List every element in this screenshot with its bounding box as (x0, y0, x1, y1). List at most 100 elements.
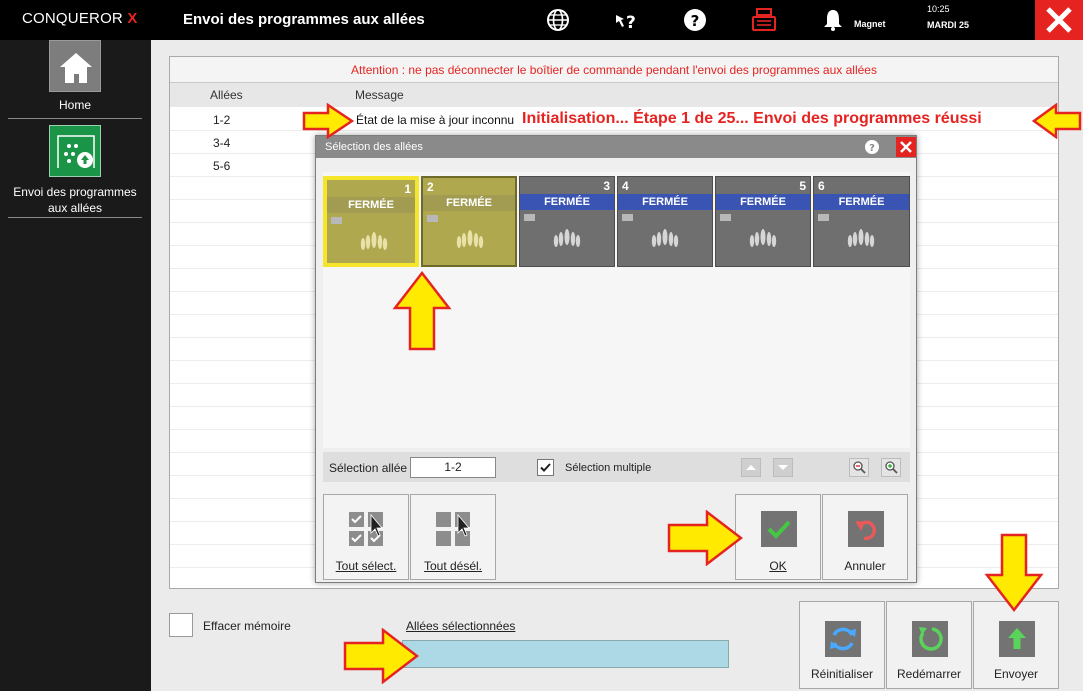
select-all-icon (349, 512, 383, 546)
column-header-lanes: Allées (210, 88, 243, 102)
arrow-left-icon (1032, 103, 1082, 139)
dialog-title: Sélection des allées (325, 141, 423, 153)
ok-button[interactable]: OK (735, 494, 821, 580)
dialog-close-button[interactable] (896, 137, 916, 157)
clock-time: 10:25 (927, 4, 950, 14)
home-tile (49, 40, 101, 92)
zoom-out-button[interactable] (849, 458, 869, 477)
scroll-up-button[interactable] (741, 458, 761, 477)
undo-icon (848, 511, 884, 547)
brand-suffix: X (127, 10, 138, 27)
restart-button[interactable]: Redémarrer (886, 601, 972, 689)
sidebar-item-label: Home (58, 98, 91, 112)
home-icon (60, 53, 92, 83)
bell-icon[interactable] (821, 7, 845, 33)
clock-date: MARDI 25 (927, 20, 970, 30)
check-icon (761, 511, 797, 547)
cancel-label: Annuler (844, 559, 886, 573)
sidebar-item-home[interactable]: Home (8, 40, 142, 112)
row-message: État de la mise à jour inconnu (356, 113, 515, 127)
lane-state: FERMÉE (716, 194, 810, 210)
cancel-button[interactable]: Annuler (822, 494, 908, 580)
multiple-selection-label: Sélection multiple (565, 462, 652, 474)
lane-number: 2 (427, 180, 434, 194)
clear-memory-checkbox[interactable] (169, 613, 193, 637)
video-icon (331, 217, 342, 224)
svg-text:?: ? (869, 143, 875, 154)
zoom-in-button[interactable] (881, 458, 901, 477)
row-lanes: 1-2 (213, 113, 231, 127)
lane-state: FERMÉE (520, 194, 614, 210)
lane-state: FERMÉE (327, 197, 415, 213)
selection-label: Sélection allée (329, 461, 408, 475)
zoom-out-icon (853, 461, 866, 474)
sidebar-item-send-programs[interactable]: Envoi des programmes aux allées (8, 125, 142, 216)
clear-memory-label: Effacer mémoire (203, 619, 291, 633)
send-programs-icon (57, 135, 95, 168)
chevron-up-icon (746, 465, 756, 470)
restart-label: Redémarrer (896, 667, 962, 681)
reset-button[interactable]: Réinitialiser (799, 601, 885, 689)
sidebar: Home Envoi des programmes aux allées (0, 40, 151, 691)
selection-bar: Sélection allée 1-2 Sélection multiple (323, 452, 910, 482)
video-icon (427, 215, 438, 222)
select-all-label: Tout sélect. (335, 559, 397, 573)
lane-tile-3[interactable]: 3 FERMÉE (519, 176, 615, 267)
pins-icon (553, 229, 581, 247)
arrow-right-icon (343, 628, 419, 684)
globe-icon[interactable] (545, 7, 571, 33)
video-icon (524, 214, 535, 221)
help-cursor-icon[interactable]: ? (613, 7, 639, 33)
lane-number: 1 (404, 182, 411, 196)
select-all-button[interactable]: Tout sélect. (323, 494, 409, 580)
lane-number: 3 (603, 179, 610, 193)
video-icon (622, 214, 633, 221)
close-icon (1046, 7, 1072, 33)
help-icon[interactable]: ? (864, 139, 880, 155)
scroll-down-button[interactable] (773, 458, 793, 477)
chevron-down-icon (778, 465, 788, 470)
pins-icon (456, 230, 484, 248)
warning-message: Attention : ne pas déconnecter le boîtie… (170, 57, 1058, 83)
row-lanes: 3-4 (213, 136, 231, 150)
help-icon[interactable]: ? (682, 7, 708, 33)
ok-label: OK (769, 559, 787, 573)
arrow-right-icon (667, 510, 743, 566)
selected-lanes-label: Allées sélectionnées (406, 619, 516, 633)
pins-icon (847, 229, 875, 247)
lane-selection-input[interactable]: 1-2 (410, 457, 496, 478)
sidebar-divider (8, 118, 142, 119)
user-name: Magnet (854, 19, 886, 29)
pins-icon (360, 232, 388, 250)
lane-selection-dialog: Sélection des allées ? 1 FERMÉE 2 FERMÉE (315, 135, 917, 583)
close-app-button[interactable] (1035, 0, 1083, 40)
column-header-message: Message (355, 88, 404, 102)
upload-icon (999, 621, 1035, 657)
restart-icon (912, 621, 948, 657)
pins-icon (749, 229, 777, 247)
svg-text:?: ? (691, 12, 700, 30)
lane-tile-5[interactable]: 5 FERMÉE (715, 176, 811, 267)
selected-lanes-field[interactable] (402, 640, 729, 668)
multiple-selection-checkbox[interactable] (537, 459, 554, 476)
reset-label: Réinitialiser (810, 667, 874, 681)
lane-tile-2[interactable]: 2 FERMÉE (421, 176, 517, 267)
video-icon (720, 214, 731, 221)
lane-tile-6[interactable]: 6 FERMÉE (813, 176, 910, 267)
cash-register-icon[interactable] (750, 7, 778, 33)
svg-text:?: ? (626, 13, 636, 33)
arrow-right-icon (302, 103, 354, 139)
status-annotation: Initialisation... Étape 1 de 25... Envoi… (522, 110, 982, 127)
send-label: Envoyer (993, 667, 1039, 681)
lane-tile-4[interactable]: 4 FERMÉE (617, 176, 713, 267)
sidebar-item-label: Envoi des programmes aux allées (13, 185, 137, 215)
lane-number: 6 (818, 179, 825, 193)
row-lanes: 5-6 (213, 159, 231, 173)
dialog-titlebar[interactable]: Sélection des allées ? (316, 136, 916, 158)
deselect-all-button[interactable]: Tout désél. (410, 494, 496, 580)
arrow-up-icon (392, 270, 452, 351)
brand-name: CONQUEROR (22, 10, 123, 27)
lane-tile-1[interactable]: 1 FERMÉE (323, 176, 419, 267)
top-bar: CONQUEROR X Envoi des programmes aux all… (0, 0, 1083, 40)
send-button[interactable]: Envoyer (973, 601, 1059, 689)
